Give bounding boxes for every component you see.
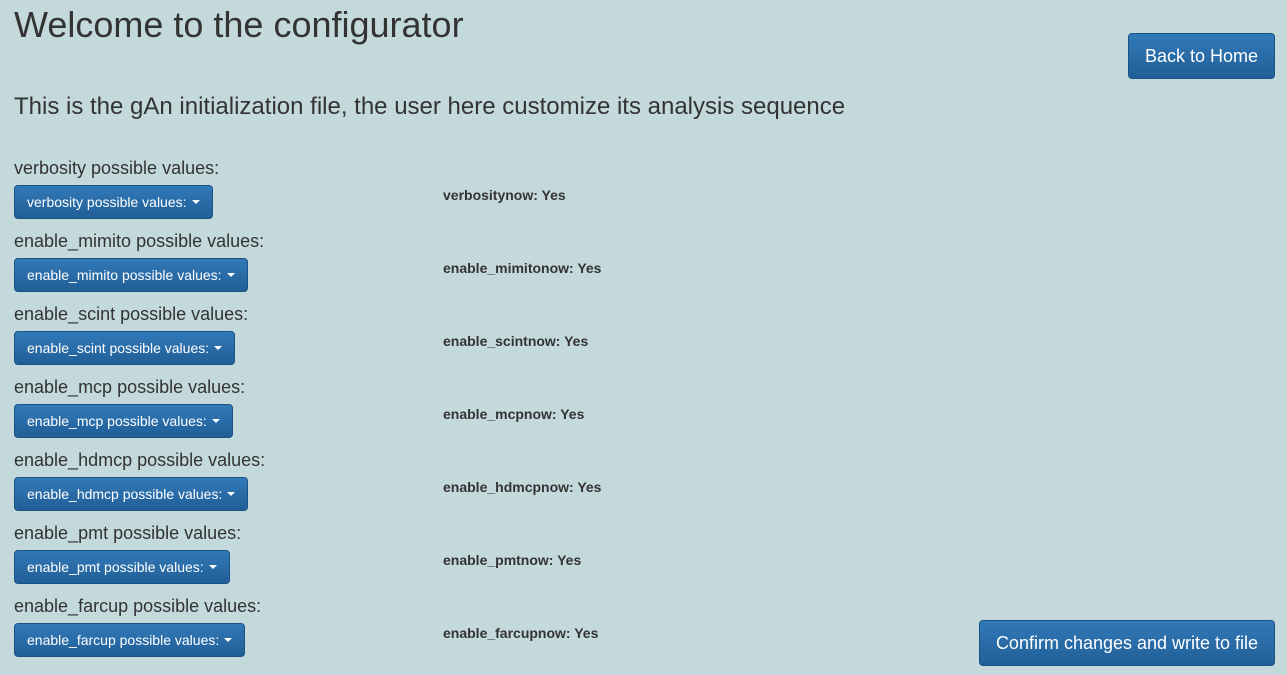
setting-label: enable_pmt possible values:	[14, 523, 242, 543]
setting-label: enable_hdmcp possible values:	[14, 450, 266, 470]
enable-mcp-dropdown-button[interactable]: enable_mcp possible values:	[14, 404, 233, 438]
confirm-write-button[interactable]: Confirm changes and write to file	[979, 620, 1275, 666]
setting-label: enable_farcup possible values:	[14, 596, 262, 616]
setting-label: enable_mcp possible values:	[14, 377, 246, 397]
caret-down-icon	[191, 200, 200, 204]
page-title: Welcome to the configurator	[14, 4, 464, 45]
caret-down-icon	[226, 273, 235, 277]
dropdown-label: enable_pmt possible values:	[27, 559, 204, 575]
caret-down-icon	[211, 419, 220, 423]
caret-down-icon	[214, 346, 223, 350]
page-subtitle: This is the gAn initialization file, the…	[14, 93, 846, 120]
dropdown-label: enable_mcp possible values:	[27, 413, 207, 429]
dropdown-label: verbosity possible values:	[27, 194, 187, 210]
dropdown-label: enable_scint possible values:	[27, 340, 210, 356]
current-value: enable_hdmcpnow: Yes	[443, 479, 602, 495]
enable-farcup-dropdown-button[interactable]: enable_farcup possible values:	[14, 623, 246, 657]
setting-label: enable_mimito possible values:	[14, 231, 265, 251]
caret-down-icon	[227, 492, 236, 496]
setting-enable-farcup: enable_farcup possible values: enable_fa…	[14, 595, 914, 668]
setting-enable-hdmcp: enable_hdmcp possible values: enable_hdm…	[14, 449, 914, 522]
dropdown-label: enable_mimito possible values:	[27, 267, 222, 283]
current-value: verbositynow: Yes	[443, 187, 566, 203]
current-value: enable_mimitonow: Yes	[443, 260, 602, 276]
setting-verbosity: verbosity possible values: verbosity pos…	[14, 157, 914, 230]
current-value: enable_mcpnow: Yes	[443, 406, 585, 422]
caret-down-icon	[208, 565, 217, 569]
setting-enable-pmt: enable_pmt possible values: enable_pmt p…	[14, 522, 914, 595]
current-value: enable_pmtnow: Yes	[443, 552, 582, 568]
setting-enable-mimito: enable_mimito possible values: enable_mi…	[14, 230, 914, 303]
dropdown-label: enable_farcup possible values:	[27, 632, 220, 648]
enable-hdmcp-dropdown-button[interactable]: enable_hdmcp possible values:	[14, 477, 249, 511]
setting-enable-mcp: enable_mcp possible values: enable_mcp p…	[14, 376, 914, 449]
setting-label: verbosity possible values:	[14, 158, 220, 178]
setting-label: enable_scint possible values:	[14, 304, 249, 324]
caret-down-icon	[224, 638, 233, 642]
setting-enable-scint: enable_scint possible values: enable_sci…	[14, 303, 914, 376]
current-value: enable_scintnow: Yes	[443, 333, 589, 349]
current-value: enable_farcupnow: Yes	[443, 625, 599, 641]
enable-scint-dropdown-button[interactable]: enable_scint possible values:	[14, 331, 236, 365]
enable-pmt-dropdown-button[interactable]: enable_pmt possible values:	[14, 550, 230, 584]
verbosity-dropdown-button[interactable]: verbosity possible values:	[14, 185, 213, 219]
enable-mimito-dropdown-button[interactable]: enable_mimito possible values:	[14, 258, 248, 292]
dropdown-label: enable_hdmcp possible values:	[27, 486, 223, 502]
back-to-home-button[interactable]: Back to Home	[1128, 33, 1275, 79]
